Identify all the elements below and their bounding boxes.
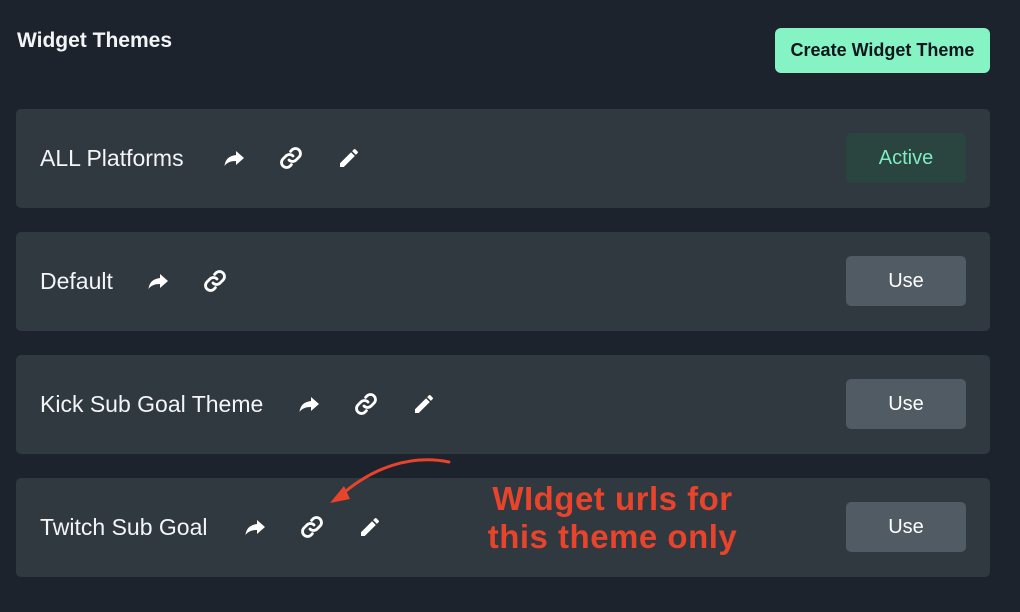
link-icon[interactable]: [279, 146, 303, 170]
pencil-icon[interactable]: [337, 146, 361, 170]
annotation-text: WIdget urls for this theme only: [470, 480, 755, 556]
theme-card-all-platforms: ALL Platforms Active: [16, 109, 990, 208]
theme-card-kick-sub-goal: Kick Sub Goal Theme Use: [16, 355, 990, 454]
share-icon[interactable]: [243, 515, 267, 539]
pencil-icon[interactable]: [412, 392, 436, 416]
link-icon[interactable]: [203, 269, 227, 293]
use-button[interactable]: Use: [846, 502, 966, 552]
share-icon[interactable]: [297, 392, 321, 416]
page-title: Widget Themes: [17, 29, 172, 52]
active-button[interactable]: Active: [846, 133, 966, 183]
theme-card-default: Default Use: [16, 232, 990, 331]
theme-name: ALL Platforms: [40, 145, 184, 171]
link-icon[interactable]: [354, 392, 378, 416]
theme-name: Default: [40, 268, 113, 294]
use-button[interactable]: Use: [846, 379, 966, 429]
link-icon[interactable]: [300, 515, 324, 539]
use-button[interactable]: Use: [846, 256, 966, 306]
share-icon[interactable]: [222, 146, 246, 170]
theme-name: Twitch Sub Goal: [40, 514, 208, 540]
share-icon[interactable]: [146, 269, 170, 293]
create-widget-theme-button[interactable]: Create Widget Theme: [775, 28, 990, 73]
theme-name: Kick Sub Goal Theme: [40, 391, 264, 417]
annotation-line: this theme only: [487, 518, 738, 555]
annotation-line: WIdget urls for: [492, 480, 733, 517]
pencil-icon[interactable]: [358, 515, 382, 539]
